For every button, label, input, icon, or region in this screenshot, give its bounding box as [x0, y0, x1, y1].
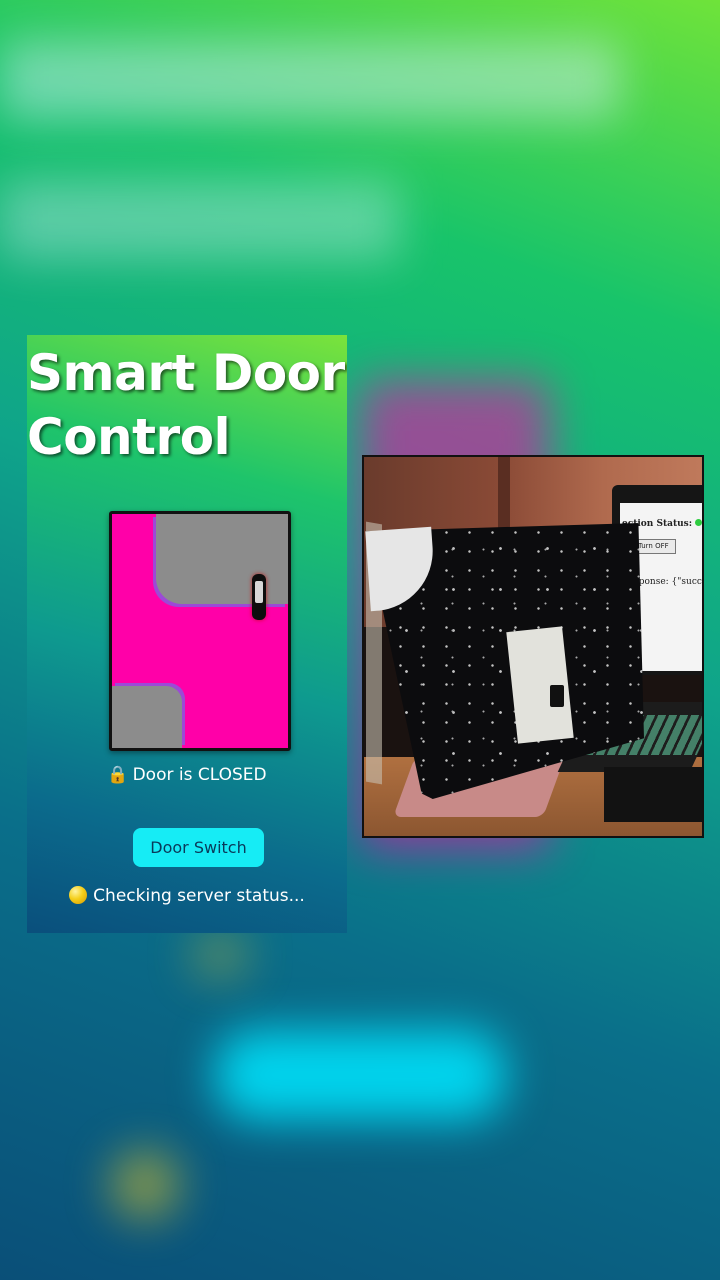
page-title-line-2: Control — [27, 408, 231, 466]
photo-screen-button-off: Turn OFF — [634, 539, 676, 554]
photo-box-handle — [550, 685, 564, 707]
screen: Smart Door Control 🔒 Door is CLOSED Door … — [0, 0, 720, 1280]
blurred-background-dot — [190, 930, 250, 980]
online-dot-icon — [695, 519, 702, 526]
door-status-text: Door is CLOSED — [132, 765, 267, 785]
page-title-line-1: Smart Door — [27, 344, 345, 402]
blurred-background-button — [215, 1030, 505, 1120]
smart-door-app-card: Smart Door Control 🔒 Door is CLOSED Door … — [27, 335, 347, 933]
door-status: 🔒 Door is CLOSED — [27, 765, 347, 785]
blurred-background-dot — [110, 1150, 180, 1220]
server-status-text: Checking server status... — [93, 886, 305, 906]
server-status: Checking server status... — [27, 886, 347, 906]
door-switch-button[interactable]: Door Switch — [133, 828, 264, 867]
page-title: Smart Door Control — [27, 341, 347, 469]
yellow-circle-icon — [69, 886, 88, 904]
prototype-photo: ection Status:On n Turn OFF Response: {"… — [362, 455, 704, 838]
door-handle-inner — [255, 581, 263, 603]
blurred-background-text — [0, 180, 400, 260]
photo-laptop-trackpad — [604, 767, 702, 822]
blurred-background-text — [0, 40, 620, 120]
door-panel-bottom — [112, 686, 182, 748]
door-panel-top — [156, 514, 288, 604]
door-handle-icon — [252, 574, 266, 620]
lock-icon: 🔒 — [107, 765, 129, 785]
door-visual — [109, 511, 291, 751]
